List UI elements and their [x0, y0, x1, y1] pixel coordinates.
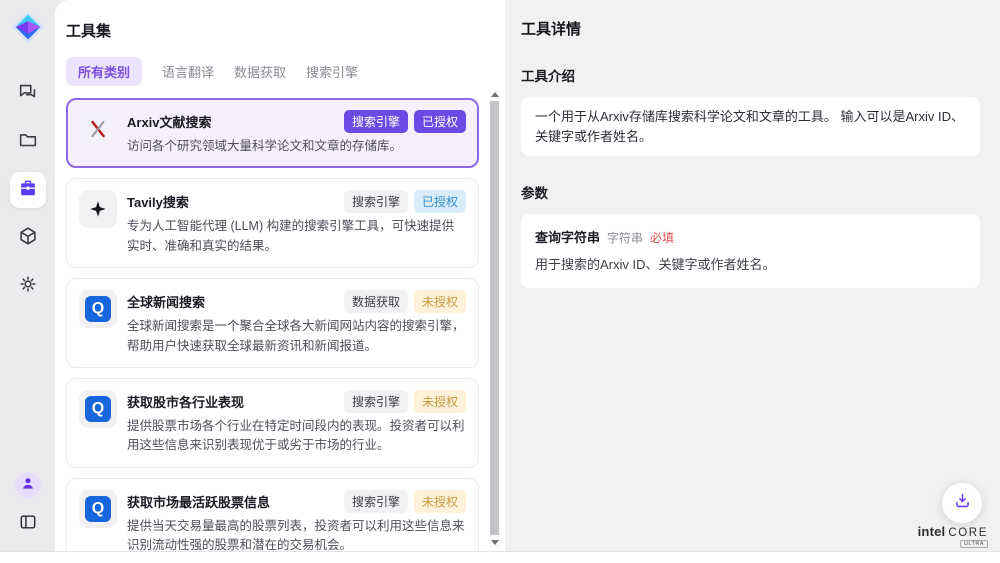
- category-badge: 搜索引擎: [344, 110, 408, 133]
- folder-icon: [17, 129, 39, 156]
- core-series-text: core: [948, 527, 988, 539]
- tavily-star-icon: [79, 190, 117, 228]
- detail-title: 工具详情: [521, 18, 980, 39]
- window-bottom-edge: [0, 551, 1000, 563]
- tool-card-active-stocks[interactable]: 获取市场最活跃股票信息 搜索引擎 未授权 提供当天交易量最高的股票列表，投资者可…: [66, 478, 479, 560]
- sidebar: [0, 0, 55, 551]
- auth-status-badge: 未授权: [414, 490, 466, 513]
- category-badge: 搜索引擎: [344, 490, 408, 513]
- tool-list-panel: 工具集 所有类别 语言翻译 数据获取 搜索引擎 Arxiv文献搜索: [55, 0, 505, 551]
- ultra-tier-badge: ultra: [960, 540, 988, 548]
- category-badge: 搜索引擎: [344, 390, 408, 413]
- intro-text: 一个用于从Arxiv存储库搜索科学论文和文章的工具。 输入可以是Arxiv ID…: [521, 97, 980, 156]
- tool-title: Arxiv文献搜索: [127, 110, 212, 131]
- auth-status-badge: 已授权: [414, 110, 466, 133]
- person-icon: [19, 474, 37, 497]
- tool-description: 全球新闻搜索是一个聚合全球各大新闻网站内容的搜索引擎，帮助用户快速获取全球最新资…: [127, 317, 466, 356]
- param-description: 用于搜索的Arxiv ID、关键字或作者姓名。: [535, 254, 966, 273]
- q-logo-icon: [79, 490, 117, 528]
- sidebar-item-chat[interactable]: [10, 76, 46, 112]
- param-required-label: 必填: [650, 229, 674, 246]
- download-button[interactable]: [942, 483, 982, 523]
- page-title: 工具集: [66, 20, 505, 41]
- sidebar-item-files[interactable]: [10, 124, 46, 160]
- tool-card-global-news[interactable]: 全球新闻搜索 数据获取 未授权 全球新闻搜索是一个聚合全球各大新闻网站内容的搜索…: [66, 278, 479, 368]
- list-scrollbar[interactable]: [489, 88, 500, 548]
- collapse-panel-button[interactable]: [18, 512, 38, 537]
- auth-status-badge: 已授权: [414, 190, 466, 213]
- sidebar-item-packages[interactable]: [10, 220, 46, 256]
- intro-heading: 工具介绍: [521, 65, 980, 85]
- user-avatar[interactable]: [15, 472, 41, 498]
- sidebar-item-settings[interactable]: [10, 268, 46, 304]
- category-tabs: 所有类别 语言翻译 数据获取 搜索引擎: [66, 57, 505, 86]
- layout-panel-icon: [18, 519, 38, 536]
- tool-list: Arxiv文献搜索 搜索引擎 已授权 访问各个研究领域大量科学论文和文章的存储库…: [66, 98, 479, 560]
- param-type: 字符串: [607, 229, 643, 246]
- category-badge: 数据获取: [344, 290, 408, 313]
- auth-status-badge: 未授权: [414, 290, 466, 313]
- gear-icon: [17, 273, 39, 300]
- tab-search-engine[interactable]: 搜索引擎: [306, 57, 358, 86]
- tool-title: 获取股市各行业表现: [127, 390, 244, 411]
- tool-description: 提供股票市场各个行业在特定时间段内的表现。投资者可以利用这些信息来识别表现优于或…: [127, 417, 466, 456]
- tool-card-arxiv[interactable]: Arxiv文献搜索 搜索引擎 已授权 访问各个研究领域大量科学论文和文章的存储库…: [66, 98, 479, 168]
- scroll-down-arrow[interactable]: [489, 536, 500, 548]
- scroll-up-arrow[interactable]: [489, 88, 500, 100]
- tab-all-categories[interactable]: 所有类别: [66, 57, 142, 86]
- category-badge: 搜索引擎: [344, 190, 408, 213]
- sidebar-item-tools[interactable]: [10, 172, 46, 208]
- tab-data-acquisition[interactable]: 数据获取: [234, 57, 286, 86]
- arxiv-logo-icon: [79, 110, 117, 148]
- tool-detail-panel: 工具详情 工具介绍 一个用于从Arxiv存储库搜索科学论文和文章的工具。 输入可…: [505, 0, 1000, 551]
- tab-language-translation[interactable]: 语言翻译: [162, 57, 214, 86]
- auth-status-badge: 未授权: [414, 390, 466, 413]
- parameter-item: 查询字符串 字符串 必填 用于搜索的Arxiv ID、关键字或作者姓名。: [521, 214, 980, 288]
- tool-title: Tavily搜索: [127, 190, 189, 211]
- param-name: 查询字符串: [535, 227, 600, 246]
- intel-brand-text: intel: [918, 524, 946, 539]
- tool-title: 全球新闻搜索: [127, 290, 205, 311]
- tool-card-tavily[interactable]: Tavily搜索 搜索引擎 已授权 专为人工智能代理 (LLM) 构建的搜索引擎…: [66, 178, 479, 268]
- tool-card-sector-performance[interactable]: 获取股市各行业表现 搜索引擎 未授权 提供股票市场各个行业在特定时间段内的表现。…: [66, 378, 479, 468]
- tool-description: 专为人工智能代理 (LLM) 构建的搜索引擎工具，可快速提供实时、准确和真实的结…: [127, 217, 466, 256]
- toolbox-icon: [17, 177, 39, 204]
- tool-description: 访问各个研究领域大量科学论文和文章的存储库。: [127, 137, 466, 156]
- scrollbar-thumb[interactable]: [490, 101, 499, 535]
- download-icon: [953, 491, 972, 515]
- tool-title: 获取市场最活跃股票信息: [127, 490, 270, 511]
- app-logo-icon: [9, 8, 47, 46]
- tool-description: 提供当天交易量最高的股票列表，投资者可以利用这些信息来识别流动性强的股票和潜在的…: [127, 517, 466, 556]
- params-heading: 参数: [521, 182, 980, 202]
- cube-icon: [17, 225, 39, 252]
- intel-core-ultra-logo: intel core ultra: [918, 524, 988, 548]
- app-window: 工具集 所有类别 语言翻译 数据获取 搜索引擎 Arxiv文献搜索: [0, 0, 1000, 563]
- q-logo-icon: [79, 390, 117, 428]
- q-logo-icon: [79, 290, 117, 328]
- chat-icon: [17, 81, 39, 108]
